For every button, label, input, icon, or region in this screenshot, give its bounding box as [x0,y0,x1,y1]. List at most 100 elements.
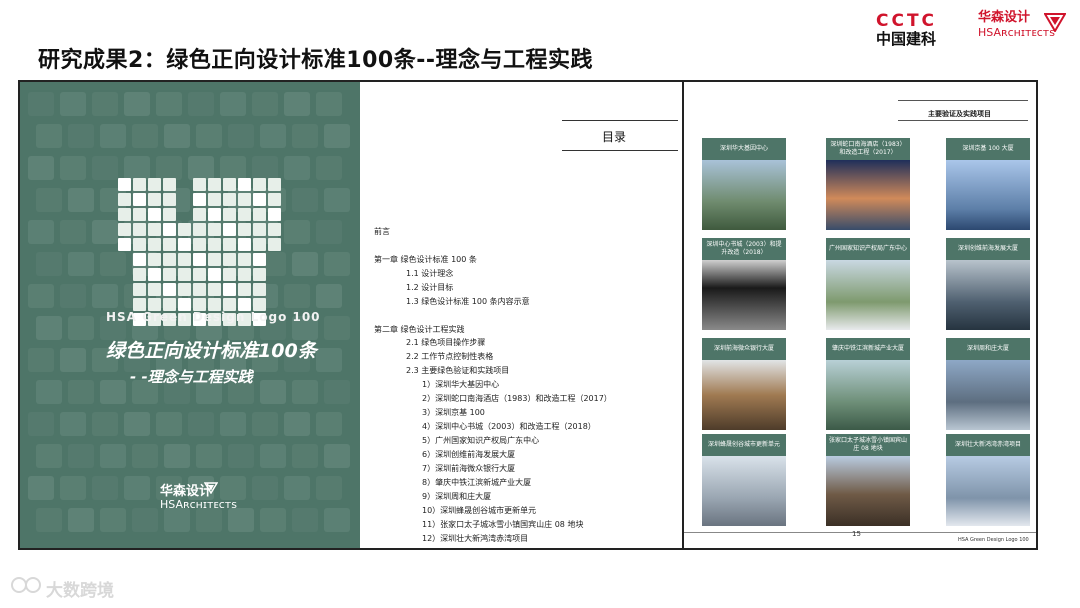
projects-heading: 主要验证及实践项目 [928,110,991,118]
cover-pattern-icon [292,252,318,276]
logo-tile [133,178,146,191]
logo-tile [148,178,161,191]
logo-tile [208,283,221,296]
logo-tile [253,283,266,296]
cover-pattern-icon [324,444,350,468]
cover-pattern-icon [68,380,94,404]
project-tile: 深圳华大基因中心 [702,138,786,230]
cover-pattern-icon [36,188,62,212]
cover-pattern-icon [156,156,182,180]
project-tile-caption: 深圳前海微众银行大厦 [702,338,786,360]
project-photo [946,360,1030,430]
cover-pattern-icon [284,412,310,436]
projects-rule-top [898,100,1028,101]
logo-tile [238,208,251,221]
toc-item: 8）肇庆中铁江滨新城产业大厦 [422,478,532,487]
logo-tile [193,238,206,251]
cover-pattern-icon [124,476,150,500]
logo-tile [193,268,206,281]
cover-pattern-icon [324,316,350,340]
cover-pattern-icon [28,92,54,116]
cover-pattern-icon [60,348,86,372]
cover-pattern-icon [292,188,318,212]
cover-pattern-icon [164,444,190,468]
toc-item: 2）深圳蛇口南海酒店（1983）和改造工程（2017） [422,394,612,403]
toc-rule-bottom [562,150,678,151]
cover-pattern-icon [60,156,86,180]
cover-pattern-icon [68,444,94,468]
logo-tile [133,193,146,206]
project-tile: 深圳京基 100 大厦 [946,138,1030,230]
cover-pattern-icon [124,92,150,116]
cover-pattern-icon [196,444,222,468]
logo-tile [223,283,236,296]
cover-pattern-icon [92,92,118,116]
cover-pattern-icon [156,92,182,116]
logo-tile [163,208,176,221]
cover-pattern-icon [28,476,54,500]
logo-tile [193,253,206,266]
cover-pattern-icon [260,380,286,404]
project-photo [702,260,786,330]
project-tile: 深圳壮大新鸿湾赤湾项目 [946,434,1030,526]
logo-tile [223,178,236,191]
watermark-icon [11,577,41,593]
toc-item: 第二章 绿色设计工程实践 [374,325,465,334]
cover-pattern-icon [100,124,126,148]
cover-pattern-icon [220,412,246,436]
logo-tile [223,193,236,206]
project-photo [826,360,910,430]
logo-tile [238,253,251,266]
logo-tile [253,253,266,266]
toc-item: 1）深圳华大基因中心 [422,380,500,389]
cover-pattern-icon [132,508,158,532]
cover-pattern-icon [316,284,342,308]
project-tile-caption: 广州国家知识产权局广东中心 [826,238,910,260]
cover-pattern-icon [196,124,222,148]
cover-brand-en: HSAʀᴄʜɪᴛᴇᴄᴛs [160,498,237,511]
logo-tile [148,283,161,296]
slide-title: 研究成果2：绿色正向设计标准100条--理念与工程实践 [38,48,593,73]
project-tile: 深圳中心书城（2003）和提升改造（2018） [702,238,786,330]
projects-page: 主要验证及实践项目 深圳华大基因中心 深圳蛇口南海酒店（1983）和改造工程（20… [684,82,1036,548]
logo-tile [118,208,131,221]
logo-tile [238,268,251,281]
logo-tile [148,223,161,236]
logo-tile [148,268,161,281]
cover-pattern-icon [132,444,158,468]
logo-tile [268,208,281,221]
project-tile-caption: 深圳京基 100 大厦 [946,138,1030,160]
project-tile-caption: 深圳蜂晟创谷城市更新单元 [702,434,786,456]
cover-pattern-icon [196,508,222,532]
cover-title: 绿色正向设计标准100条 [106,340,317,362]
toc-item: 3）深圳京基 100 [422,408,485,417]
cover-pattern-icon [28,156,54,180]
toc-item: 2.2 工作节点控制性表格 [406,352,494,361]
cover-pattern-icon [292,444,318,468]
cover-pattern-icon [228,124,254,148]
cover-pattern-icon [292,508,318,532]
logo-tile [223,253,236,266]
cover-pattern-icon [124,412,150,436]
cover-pattern-icon [100,444,126,468]
logo-tile [223,268,236,281]
cover-pattern-icon [36,444,62,468]
toc-item: 2.1 绿色项目操作步骤 [406,338,486,347]
logo-tile [118,193,131,206]
cover-pattern-icon [68,316,94,340]
cover-pattern-icon [36,252,62,276]
project-photo [826,456,910,526]
logo-tile [163,253,176,266]
projects-footer: HSA Green Design Logo 100 [958,537,1029,543]
project-tile: 深圳周和庄大厦 [946,338,1030,430]
cover-pattern-icon [292,380,318,404]
cover-pattern-icon [324,188,350,212]
logo-tile [133,208,146,221]
cover-pattern-icon [252,156,278,180]
cover-pattern-icon [92,476,118,500]
logo-tile [178,223,191,236]
toc-item: 7）深圳前海微众银行大厦 [422,464,516,473]
cover-pattern-icon [132,124,158,148]
logo-tile [253,208,266,221]
book-cover: HSA Green Design Logo 100 绿色正向设计标准100条 -… [20,82,360,548]
